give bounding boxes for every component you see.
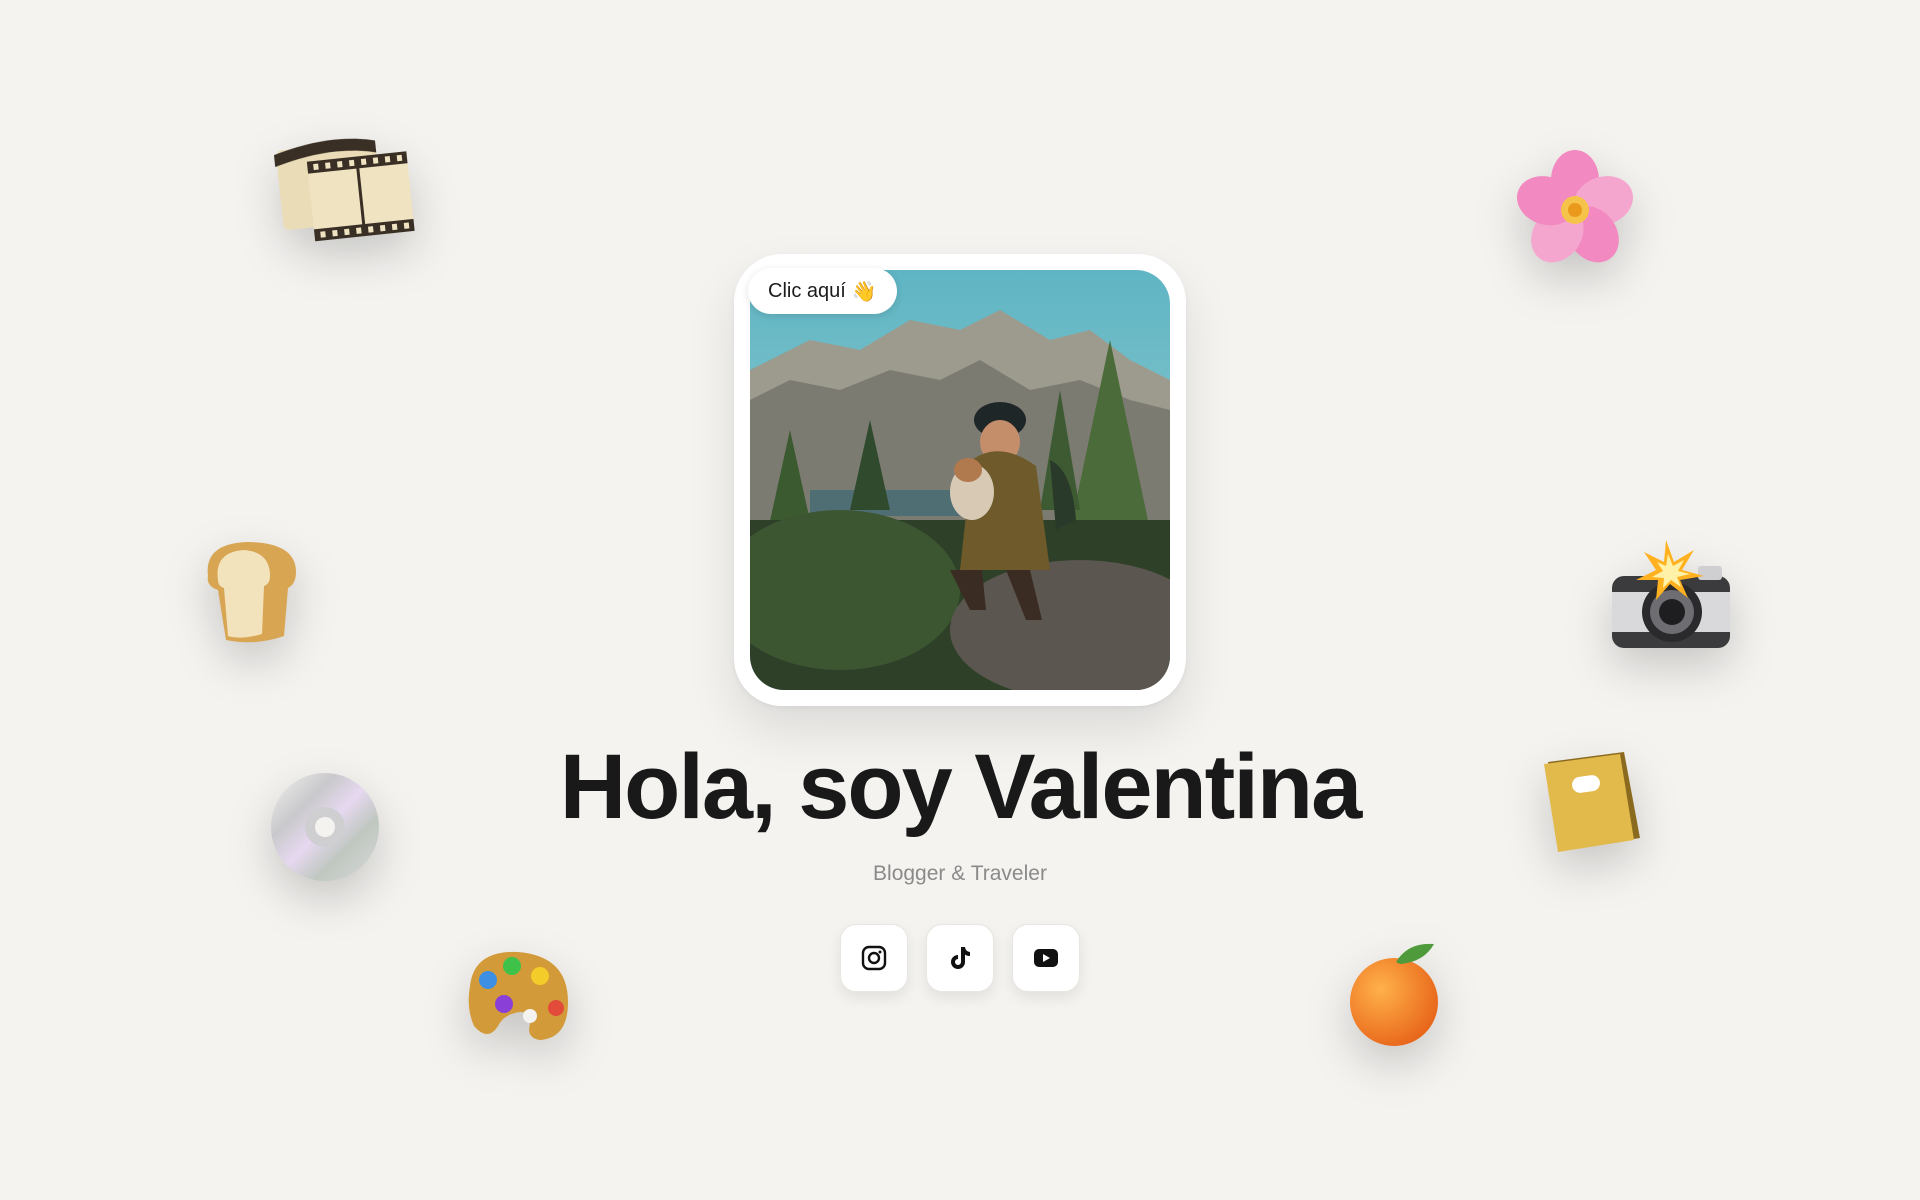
instagram-button[interactable] [840,924,908,992]
bread-icon [196,536,302,648]
orange-icon [1346,938,1446,1050]
page-subtitle: Blogger & Traveler [873,862,1047,885]
tiktok-icon [951,947,970,969]
youtube-icon [1034,949,1058,967]
camera-flash-icon [1606,540,1736,652]
social-links [838,924,1082,994]
profile-photo[interactable] [750,270,1170,690]
instagram-icon [861,945,887,971]
tiktok-button[interactable] [926,924,994,992]
flower-icon [1515,150,1635,272]
profile-photo-card[interactable]: Clic aquí 👋 [734,254,1186,706]
youtube-button[interactable] [1012,924,1080,992]
page-title: Hola, soy Valentina [559,736,1363,838]
click-here-label: Clic aquí [768,279,846,302]
film-strip-icon [271,127,418,253]
click-here-badge[interactable]: Clic aquí 👋 [748,268,897,314]
waving-hand-icon: 👋 [851,280,877,303]
page: Clic aquí 👋 Hola, soy Valentina Blogger … [0,0,1920,1200]
paint-palette-icon [460,946,574,1046]
